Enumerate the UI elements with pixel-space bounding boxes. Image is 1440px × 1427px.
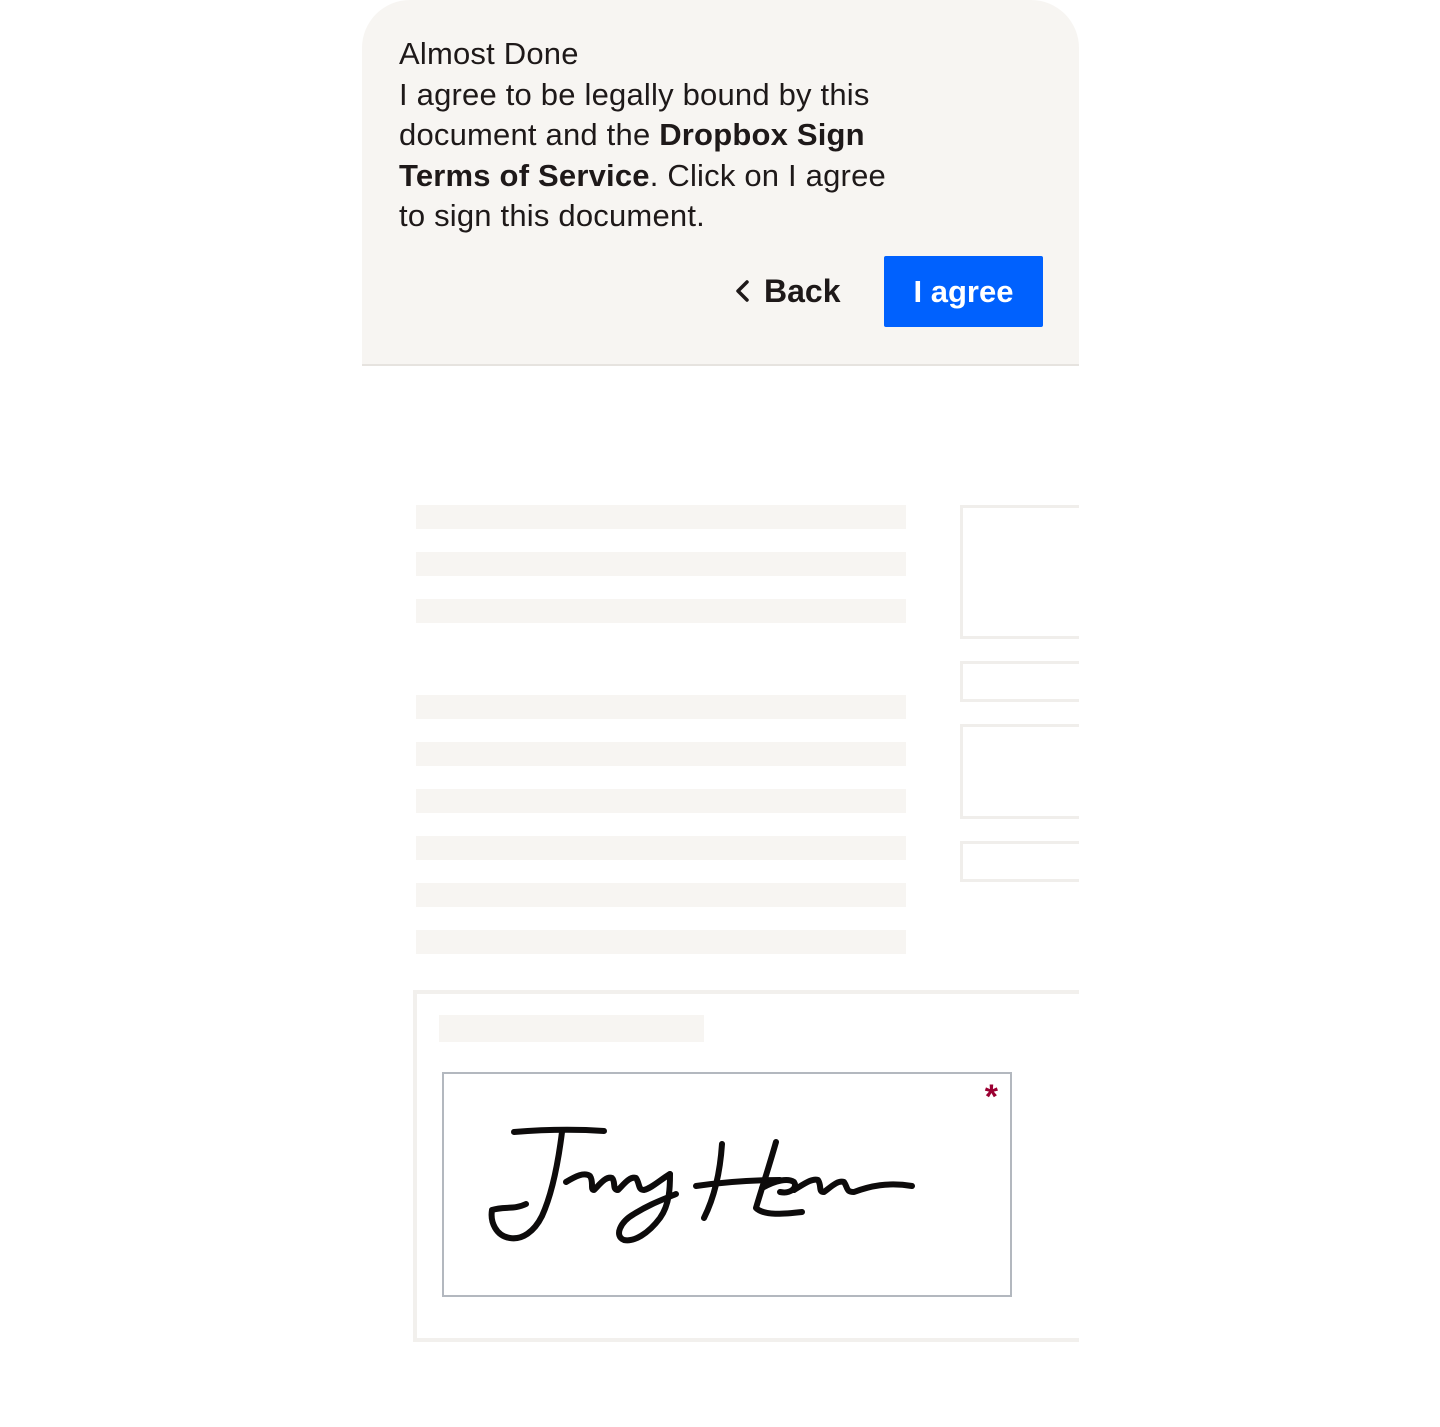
handwritten-signature [488, 1126, 915, 1244]
back-button-label: Back [764, 272, 841, 309]
document-field-box [960, 505, 1079, 639]
document-field-box [960, 724, 1079, 819]
document-field-box [960, 841, 1079, 882]
document-text-line [416, 883, 906, 907]
document-text-line [416, 742, 906, 766]
agree-button[interactable]: I agree [884, 256, 1043, 327]
panel-title: Almost Done [399, 36, 579, 71]
document-text-line [416, 836, 906, 860]
chevron-left-icon [736, 280, 749, 302]
document-text-line [416, 505, 906, 529]
required-marker: * [984, 1078, 998, 1116]
signature-label-placeholder [439, 1015, 704, 1042]
document-text-line [416, 552, 906, 576]
document-field-box [960, 661, 1079, 702]
signature-field[interactable]: * [442, 1072, 1012, 1297]
consent-panel: Almost Done I agree to be legally bound b… [362, 0, 1079, 366]
document-text-line [416, 695, 906, 719]
document-text-line [416, 789, 906, 813]
document-text-line [416, 599, 906, 623]
signing-page: Almost Done I agree to be legally bound b… [0, 0, 1440, 1427]
back-button[interactable]: Back [732, 264, 841, 318]
consent-message: Almost Done I agree to be legally bound b… [399, 34, 919, 237]
document-text-line [416, 930, 906, 954]
